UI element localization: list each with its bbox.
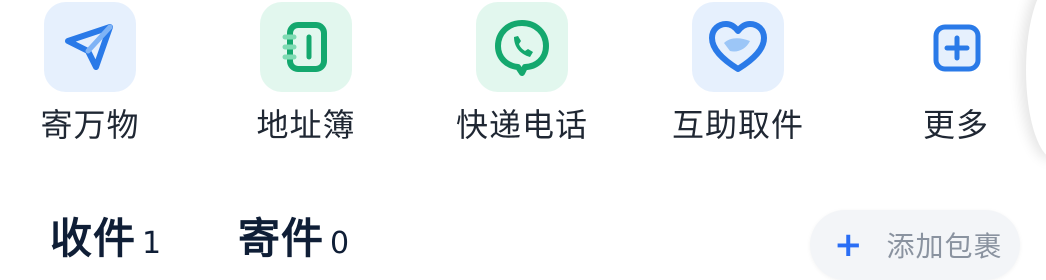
quick-action-label: 更多 xyxy=(922,106,989,144)
tab-label: 收件 xyxy=(50,214,137,263)
quick-action-label: 互助取件 xyxy=(671,106,804,144)
tab-received[interactable]: 收件 1 xyxy=(50,205,161,266)
quick-action-address-book[interactable]: 地址簿 xyxy=(236,0,376,150)
tab-label: 寄件 xyxy=(238,214,325,263)
add-package-button[interactable]: + 添加包裹 xyxy=(810,210,1020,280)
package-tabs: 收件 1 寄件 0 xyxy=(0,205,700,268)
quick-action-label: 地址簿 xyxy=(256,106,356,144)
quick-action-label: 快递电话 xyxy=(455,106,588,144)
paper-plane-icon xyxy=(65,24,113,70)
quick-action-courier-phone[interactable]: 快递电话 xyxy=(452,0,592,150)
address-book-icon xyxy=(282,22,327,72)
quick-action-tile xyxy=(476,2,568,92)
tab-count: 0 xyxy=(330,226,350,261)
quick-action-more[interactable]: 更多 xyxy=(886,0,1026,150)
heart-hands-icon xyxy=(709,21,767,72)
quick-action-tile xyxy=(260,2,352,92)
quick-action-mutual-pickup[interactable]: 互助取件 xyxy=(668,0,808,150)
quick-action-tile xyxy=(44,2,136,92)
tab-sent[interactable]: 寄件 0 xyxy=(238,205,349,266)
quick-action-tile xyxy=(692,2,784,92)
quick-action-send-anything[interactable]: 寄万物 xyxy=(20,0,160,150)
phone-chat-icon xyxy=(495,20,549,76)
tab-count: 1 xyxy=(142,226,162,261)
add-package-label: 添加包裹 xyxy=(886,230,1003,263)
plus-icon: + xyxy=(834,225,863,265)
quick-action-tile xyxy=(910,2,1002,92)
plus-square-icon xyxy=(933,24,981,72)
quick-actions-row: 寄万物 地址簿 快递电话 互助取件 更多 xyxy=(0,0,1046,150)
quick-action-label: 寄万物 xyxy=(40,106,140,144)
